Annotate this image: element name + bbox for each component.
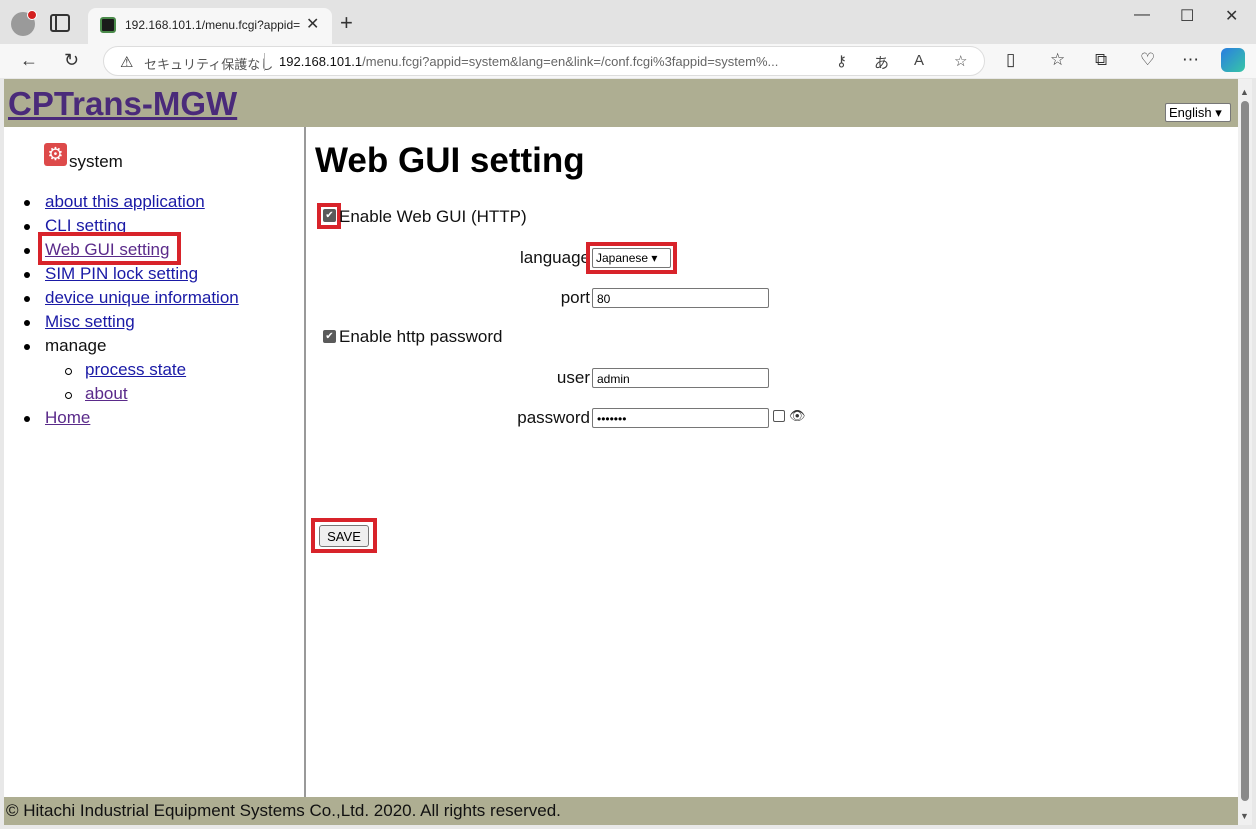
enable-web-gui-label: Enable Web GUI (HTTP) — [339, 207, 527, 226]
browser-tab-bar: 192.168.101.1/menu.fcgi?appid= ✕ + — ☐ ✕ — [0, 0, 1256, 44]
enable-password-label: Enable http password — [339, 327, 503, 346]
highlight-enable-checkbox — [317, 203, 341, 229]
favorites-icon[interactable]: ☆ — [1050, 50, 1065, 70]
highlight-save-button — [311, 518, 377, 553]
maximize-icon[interactable]: ☐ — [1180, 6, 1194, 26]
reload-icon[interactable]: ↻ — [64, 50, 79, 71]
site-favicon-icon — [100, 17, 116, 33]
password-label: password — [517, 408, 590, 427]
scroll-thumb[interactable] — [1241, 101, 1249, 801]
url-text[interactable]: 192.168.101.1/menu.fcgi?appid=system&lan… — [279, 54, 839, 69]
port-label: port — [560, 288, 590, 307]
sidebar-link[interactable]: about this application — [45, 192, 205, 211]
sidebar-item-manage: manage — [24, 334, 239, 358]
user-label: user — [556, 368, 590, 387]
sidebar-link[interactable]: process state — [85, 360, 186, 379]
sidebar-item-home[interactable]: Home — [24, 406, 239, 430]
page-title: Web GUI setting — [315, 141, 585, 180]
browser-tab[interactable]: 192.168.101.1/menu.fcgi?appid= ✕ — [88, 8, 332, 44]
enable-password-checkbox[interactable]: ✔ — [323, 330, 336, 343]
back-icon[interactable]: ← — [20, 50, 38, 71]
password-input[interactable]: ••••••• — [592, 408, 769, 428]
warning-icon[interactable]: ⚠ — [120, 53, 133, 71]
scroll-up-icon[interactable]: ▲ — [1240, 87, 1249, 97]
key-icon[interactable]: ⚷ — [836, 52, 847, 70]
header-language-select[interactable]: English ▾ — [1165, 103, 1231, 122]
read-aloud-icon[interactable]: A — [914, 52, 924, 69]
eye-icon: 👁 — [789, 408, 806, 423]
sidebar-link[interactable]: Misc setting — [45, 312, 135, 331]
sidebar-group-label: manage — [45, 336, 107, 355]
sidebar-item-process-state[interactable]: process state — [24, 358, 239, 382]
copilot-icon[interactable] — [1221, 48, 1245, 72]
page-scrollbar[interactable]: ▲ ▼ — [1238, 79, 1252, 825]
minimize-icon[interactable]: — — [1134, 6, 1150, 24]
tab-close-icon[interactable]: ✕ — [306, 14, 319, 34]
sidebar-link[interactable]: about — [85, 384, 128, 403]
sidebar: ⚙ system about this application CLI sett… — [4, 127, 306, 797]
tab-actions-icon[interactable] — [50, 14, 70, 32]
security-label[interactable]: セキュリティ保護なし — [144, 54, 273, 73]
sidebar-item-about[interactable]: about — [24, 382, 239, 406]
close-window-icon[interactable]: ✕ — [1225, 6, 1238, 26]
address-toolbar: ← ↻ ⚠ セキュリティ保護なし 192.168.101.1/menu.fcgi… — [0, 44, 1256, 78]
sidebar-link[interactable]: SIM PIN lock setting — [45, 264, 198, 283]
sidebar-item-device-info[interactable]: device unique information — [24, 286, 239, 310]
favorite-star-icon[interactable]: ☆ — [954, 52, 967, 70]
sidebar-item-misc-setting[interactable]: Misc setting — [24, 310, 239, 334]
main-content: Web GUI setting ✔ Enable Web GUI (HTTP) … — [308, 127, 1238, 797]
split-screen-icon[interactable]: ▯ — [1006, 50, 1015, 70]
new-tab-icon[interactable]: + — [340, 10, 353, 36]
translate-icon[interactable]: あ — [874, 52, 889, 73]
gear-icon: ⚙ — [44, 143, 67, 166]
page-viewport: CPTrans-MGW English ▾ ⚙ system about thi… — [4, 79, 1238, 825]
sidebar-link[interactable]: Home — [45, 408, 90, 427]
port-input[interactable]: 80 — [592, 288, 769, 308]
address-bar[interactable]: ⚠ セキュリティ保護なし 192.168.101.1/menu.fcgi?app… — [103, 46, 985, 76]
sidebar-section-label: system — [69, 152, 123, 171]
profile-avatar-icon[interactable] — [11, 10, 37, 36]
divider — [264, 53, 265, 71]
show-password-checkbox[interactable] — [773, 410, 785, 422]
highlight-language-select — [586, 242, 677, 274]
sidebar-link[interactable]: device unique information — [45, 288, 239, 307]
language-label: language — [520, 248, 590, 267]
tab-title: 192.168.101.1/menu.fcgi?appid= — [125, 18, 301, 32]
collections-icon[interactable]: ⧉ — [1095, 50, 1107, 70]
sidebar-item-sim-pin-lock[interactable]: SIM PIN lock setting — [24, 262, 239, 286]
sidebar-menu: about this application CLI setting Web G… — [24, 190, 239, 430]
scroll-down-icon[interactable]: ▼ — [1240, 811, 1249, 821]
more-menu-icon[interactable]: ⋯ — [1182, 50, 1199, 70]
user-input[interactable]: admin — [592, 368, 769, 388]
app-logo-link[interactable]: CPTrans-MGW — [8, 85, 237, 123]
browser-essentials-icon[interactable]: ♡ — [1140, 50, 1155, 70]
highlight-web-gui-link — [38, 232, 181, 265]
sidebar-item-about-application[interactable]: about this application — [24, 190, 239, 214]
page-header: CPTrans-MGW English ▾ — [4, 79, 1238, 127]
copyright-text: © Hitachi Industrial Equipment Systems C… — [6, 801, 561, 820]
page-footer: © Hitachi Industrial Equipment Systems C… — [4, 797, 1238, 825]
